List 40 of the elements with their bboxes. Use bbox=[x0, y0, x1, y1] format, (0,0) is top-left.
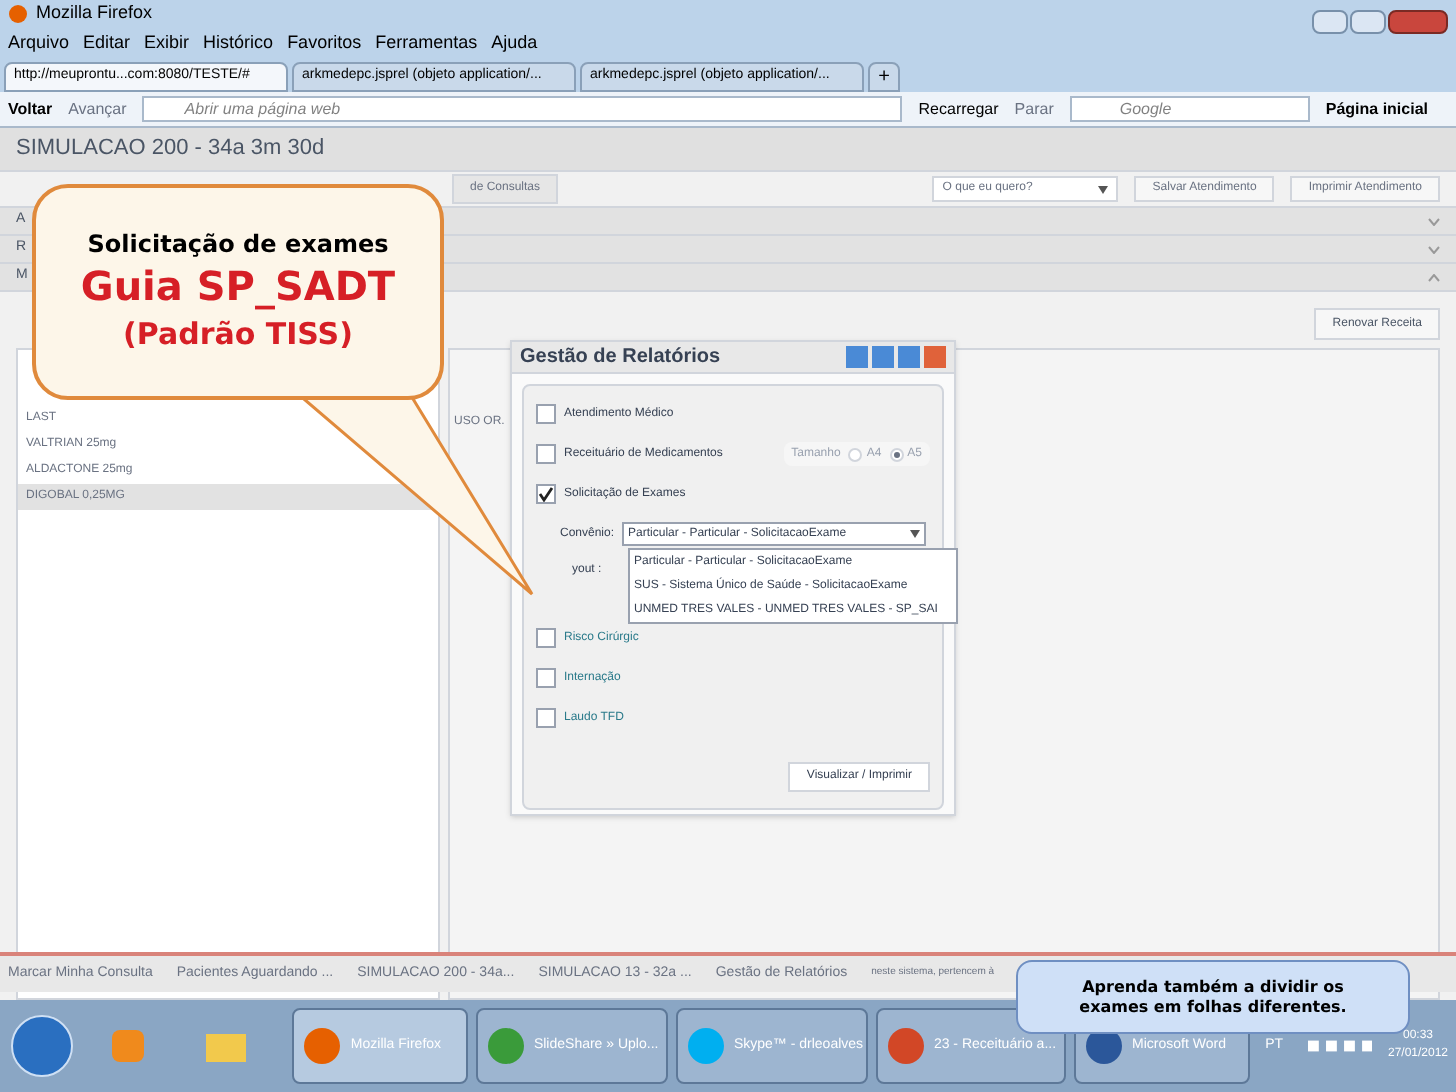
checkbox[interactable] bbox=[536, 444, 556, 464]
caret-icon bbox=[1098, 185, 1109, 193]
minimize-button[interactable] bbox=[1312, 10, 1348, 34]
dialog-title: Gestão de Relatórios bbox=[520, 344, 721, 372]
chevron-icon bbox=[1428, 217, 1440, 225]
checkbox[interactable] bbox=[536, 628, 556, 648]
menu-item[interactable]: Histórico bbox=[203, 30, 274, 58]
back-button[interactable]: Voltar bbox=[8, 97, 53, 121]
menu-item[interactable]: Arquivo bbox=[8, 30, 70, 58]
start-button[interactable] bbox=[8, 1012, 76, 1080]
folder-icon[interactable] bbox=[204, 1028, 248, 1064]
callout-subtitle: (Padrão TISS) bbox=[123, 314, 353, 357]
menu-item[interactable]: Exibir bbox=[144, 30, 190, 58]
chevron-icon bbox=[1428, 245, 1440, 253]
checkbox[interactable] bbox=[536, 404, 556, 424]
app-icon bbox=[685, 1026, 726, 1066]
reload-button[interactable]: Recarregar bbox=[918, 97, 999, 121]
chevron-icon bbox=[1428, 273, 1440, 281]
app-icon bbox=[302, 1026, 343, 1066]
stop-button[interactable]: Parar bbox=[1014, 97, 1054, 121]
caret-icon bbox=[910, 530, 921, 538]
checkbox[interactable] bbox=[536, 708, 556, 728]
tray-icons[interactable] bbox=[1307, 1036, 1372, 1056]
new-tab-button[interactable]: + bbox=[868, 62, 900, 92]
checkbox[interactable] bbox=[536, 484, 556, 504]
app-icon bbox=[485, 1026, 526, 1066]
search-field[interactable]: Google bbox=[1069, 96, 1310, 122]
app-title: SIMULACAO 200 - 34a 3m 30d bbox=[16, 134, 325, 165]
menu-item[interactable]: Ferramentas bbox=[375, 30, 478, 58]
window-title: Mozilla Firefox bbox=[36, 0, 153, 27]
menu-item[interactable]: Ajuda bbox=[491, 30, 538, 58]
close-button[interactable] bbox=[1388, 10, 1448, 34]
home-button[interactable]: Página inicial bbox=[1325, 97, 1428, 121]
forward-button[interactable]: Avançar bbox=[68, 97, 127, 121]
radio-button[interactable] bbox=[889, 447, 904, 461]
menu-item[interactable]: Editar bbox=[83, 30, 131, 58]
maximize-button[interactable] bbox=[1350, 10, 1386, 34]
checkbox[interactable] bbox=[536, 668, 556, 688]
menu-item[interactable]: Favoritos bbox=[287, 30, 362, 58]
radio-button[interactable] bbox=[848, 447, 863, 461]
